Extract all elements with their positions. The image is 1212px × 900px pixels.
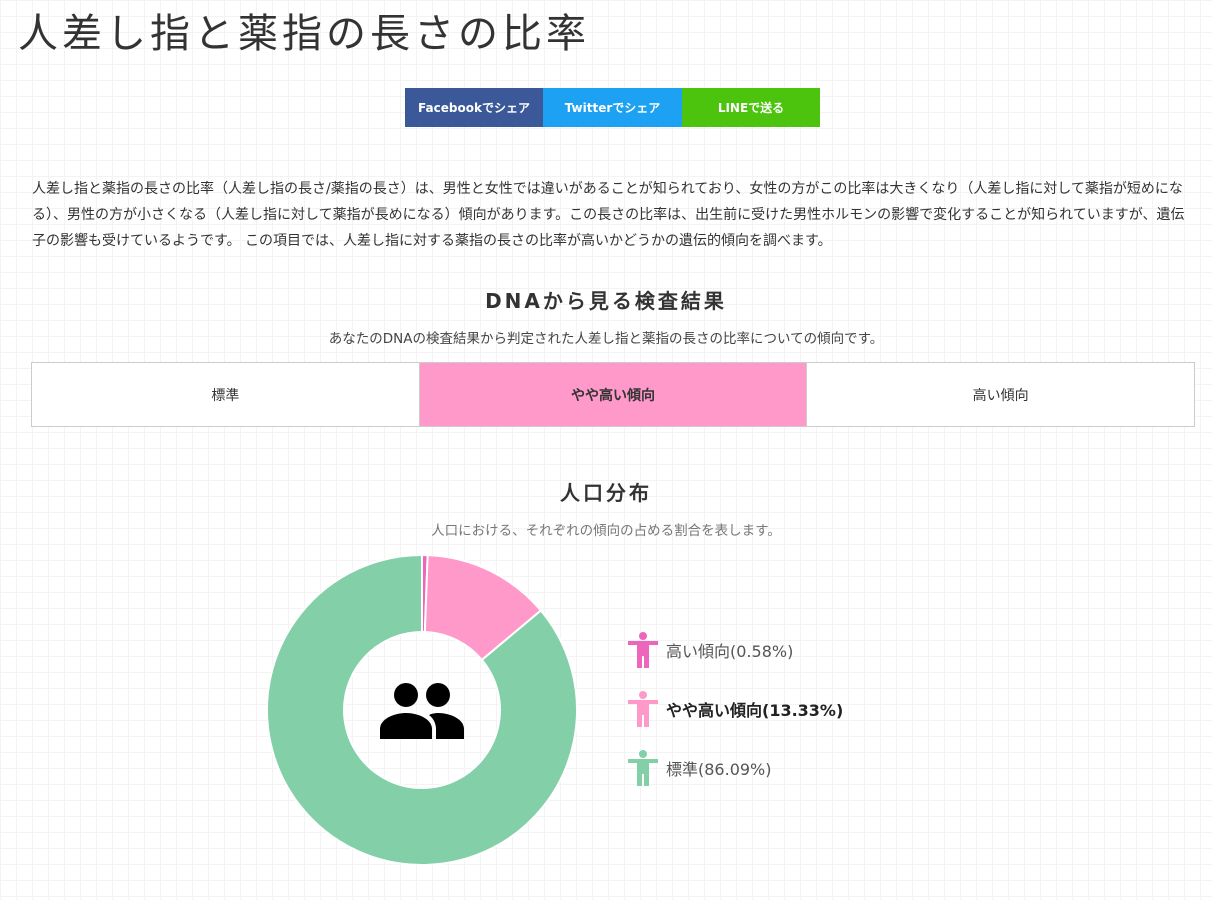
share-bar: Facebookでシェア Twitterでシェア LINEで送る xyxy=(405,88,820,127)
result-tabs: 標準 やや高い傾向 高い傾向 xyxy=(31,362,1195,427)
result-tab-slightly-high: やや高い傾向 xyxy=(419,363,808,426)
legend-label-high: 高い傾向(0.58%) xyxy=(666,642,794,661)
facebook-share-button[interactable]: Facebookでシェア xyxy=(405,88,543,127)
line-share-button[interactable]: LINEで送る xyxy=(682,88,820,127)
legend-item-slightly-high: やや高い傾向(13.33%) xyxy=(628,689,843,729)
page-title: 人差し指と薬指の長さの比率 xyxy=(18,11,590,57)
result-tab-high: 高い傾向 xyxy=(972,387,1029,404)
result-heading: DNAから見る検査結果 xyxy=(485,289,727,313)
legend-label-standard: 標準(86.09%) xyxy=(666,760,772,779)
legend-item-high: 高い傾向(0.58%) xyxy=(628,630,843,670)
result-subtitle: あなたのDNAの検査結果から判定された人差し指と薬指の長さの比率についての傾向で… xyxy=(328,331,884,347)
population-heading: 人口分布 xyxy=(560,481,652,505)
chart-legend: 高い傾向(0.58%) やや高い傾向(13.33%) 標準(86.09%) xyxy=(628,630,843,807)
intro-text: 人差し指と薬指の長さの比率（人差し指の長さ/薬指の長さ）は、男性と女性では違いが… xyxy=(32,181,1185,249)
population-donut-chart xyxy=(267,555,577,865)
population-subtitle: 人口における、それぞれの傾向の占める割合を表します。 xyxy=(431,523,781,539)
legend-item-standard: 標準(86.09%) xyxy=(628,748,843,788)
twitter-share-button[interactable]: Twitterでシェア xyxy=(543,88,682,127)
person-icon xyxy=(628,632,658,668)
people-icon xyxy=(380,683,464,739)
person-icon xyxy=(628,750,658,786)
result-tab-standard: 標準 xyxy=(32,363,420,426)
legend-label-slightly-high: やや高い傾向(13.33%) xyxy=(666,701,844,720)
person-icon xyxy=(628,691,658,727)
